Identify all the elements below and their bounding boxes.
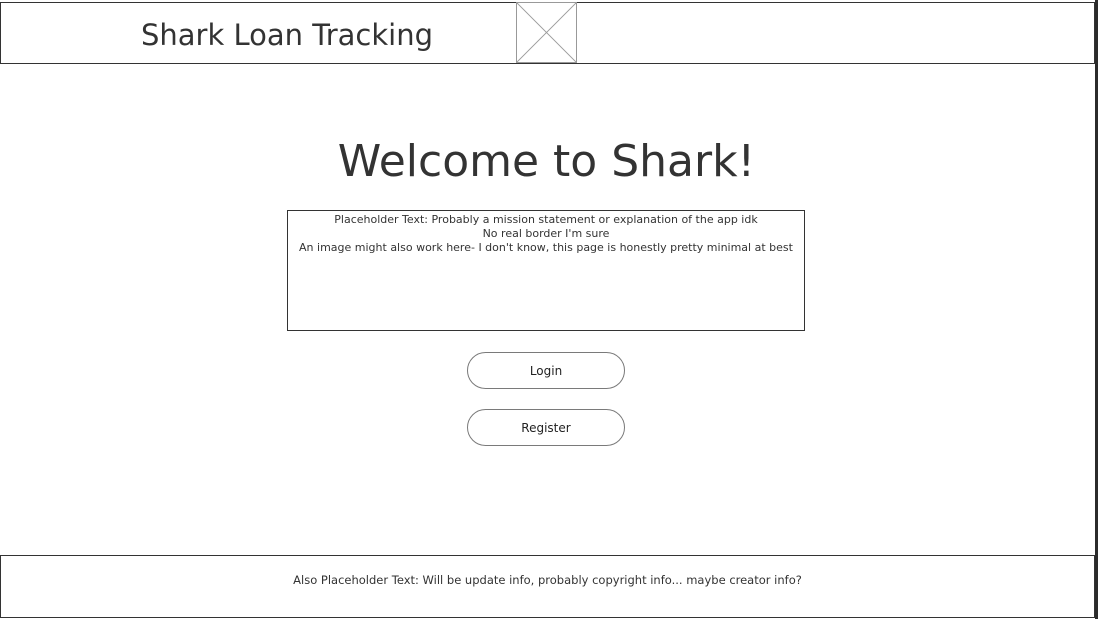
login-button[interactable]: Login	[467, 352, 625, 389]
window-right-border	[1095, 0, 1098, 619]
mission-line: Placeholder Text: Probably a mission sta…	[334, 213, 758, 226]
footer-text: Also Placeholder Text: Will be update in…	[293, 573, 802, 587]
mission-line: An image might also work here- I don't k…	[299, 241, 793, 254]
footer-bar: Also Placeholder Text: Will be update in…	[0, 555, 1095, 618]
app-title: Shark Loan Tracking	[141, 18, 433, 52]
mission-statement-box: Placeholder Text: Probably a mission sta…	[287, 210, 805, 331]
image-placeholder-icon	[516, 2, 577, 63]
mission-line: No real border I'm sure	[482, 227, 610, 240]
header-bar: Shark Loan Tracking	[0, 2, 1095, 64]
welcome-heading: Welcome to Shark!	[337, 136, 756, 187]
register-button[interactable]: Register	[467, 409, 625, 446]
